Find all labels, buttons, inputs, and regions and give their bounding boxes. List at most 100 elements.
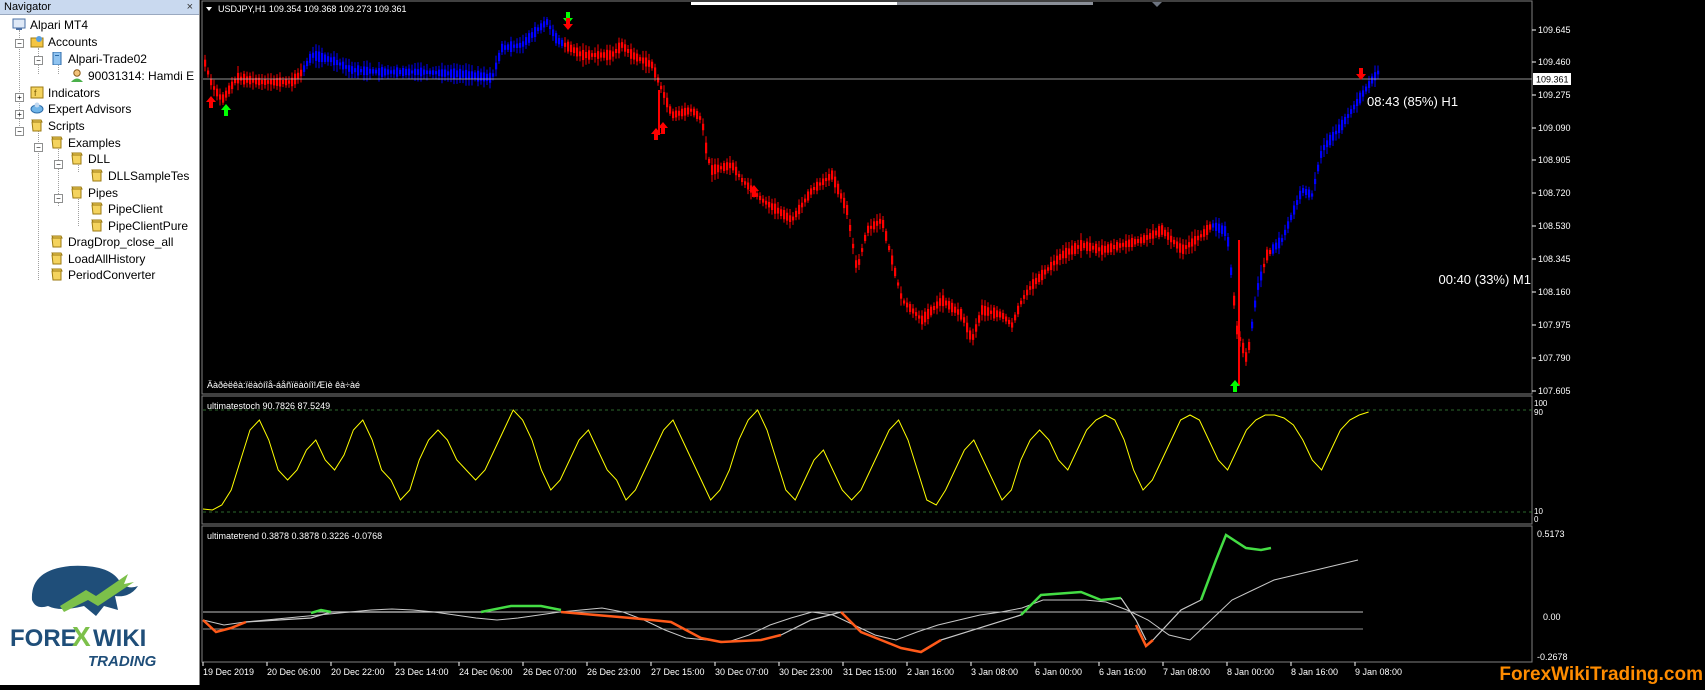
candle-body [855,260,858,268]
candle-body [888,245,891,251]
candle-body [981,305,984,315]
candle-body [1074,243,1077,254]
candle-body [585,51,588,59]
candle-body [249,75,252,85]
candle-body [975,324,978,332]
candle-body [360,69,363,73]
time-tick: 24 Dec 06:00 [459,667,513,677]
candle-body [387,69,390,75]
tree-item-pipes[interactable]: Pipes [70,186,118,200]
candle-body [603,52,606,58]
candle-body [282,79,285,85]
expand-examples[interactable]: − [34,143,43,152]
chart-canvas[interactable]: 109.361 USDJPY,H1 109.354 109.368 109.27… [201,0,1705,685]
tree-item-indicators[interactable]: f Indicators [30,86,100,100]
time-tick: 26 Dec 07:00 [523,667,577,677]
candle-body [1194,236,1197,245]
candle-body [420,67,423,77]
expand-indicators[interactable]: + [15,93,24,102]
candle-body [444,69,447,77]
candle-body [732,162,735,171]
price-tick: 109.460 [1538,57,1571,67]
tree-item-scripts[interactable]: Scripts [30,119,85,133]
candle-body [615,48,618,54]
candle-body [597,51,600,59]
tree-item-periodconverter[interactable]: PeriodConverter [50,268,155,282]
candle-body [330,57,333,63]
expand-pipes[interactable]: − [54,194,63,203]
candle-body [606,49,609,61]
tree-item-examples[interactable]: Examples [50,136,121,150]
candle-body [1179,243,1182,253]
candle-body [1299,190,1302,200]
tree-item-dllsampletest[interactable]: DLLSampleTes [90,169,189,183]
candle-body [879,218,882,224]
candle-body [1254,300,1257,308]
user-icon [70,69,84,82]
tree-item-account-90031314[interactable]: 90031314: Hamdi E [70,69,194,83]
candle-body [1347,114,1350,118]
tree-item-dll[interactable]: DLL [70,152,110,166]
trend-header: ultimatetrend 0.3878 0.3878 0.3226 -0.07… [207,531,382,541]
candle-body [570,44,573,53]
candle-body [1023,295,1026,299]
candle-body [264,79,267,85]
main-chart-header: USDJPY,H1 109.354 109.368 109.273 109.36… [218,4,407,14]
candle-body [672,111,675,119]
candle-body [729,162,732,169]
candle-body [723,163,726,171]
candle-body [1053,260,1056,266]
candle-body [708,158,711,164]
expand-alpari-trade02[interactable]: − [34,56,43,65]
candle-body [1290,214,1293,221]
svg-text:WIKI: WIKI [93,625,146,652]
navigator-title: Navigator [4,1,52,13]
price-tick: 109.275 [1538,90,1571,100]
chart-window[interactable]: 109.361 USDJPY,H1 109.354 109.368 109.27… [201,0,1705,685]
tree-item-expert-advisors[interactable]: Expert Advisors [30,102,131,116]
candle-body [1332,131,1335,141]
tree-item-loadallhistory[interactable]: LoadAllHistory [50,252,145,266]
candle-body [1080,240,1083,251]
candle-body [453,68,456,79]
tree-item-dragdrop-close-all[interactable]: DragDrop_close_all [50,235,173,249]
expand-dll[interactable]: − [54,160,63,169]
forexwiki-logo: FORE X WIKI TRADING [10,565,157,670]
candle-body [402,68,405,76]
price-tick: 108.160 [1538,287,1571,297]
price-tick: 107.605 [1538,386,1571,396]
candle-body [1056,255,1059,265]
svg-text:-0.2678: -0.2678 [1537,652,1568,662]
price-tick: 107.975 [1538,320,1571,330]
candle-body [267,80,270,84]
candle-body [804,198,807,203]
time-tick: 6 Jan 00:00 [1035,667,1082,677]
candle-body [1164,229,1167,237]
candle-body [783,210,786,220]
candle-body [318,51,321,62]
candle-body [645,57,648,67]
candle-body [1296,200,1299,205]
tree-root-alpari-mt4[interactable]: Alpari MT4 [12,18,88,32]
tree-item-pipeclient[interactable]: PipeClient [90,202,163,216]
candle-body [345,65,348,69]
tree-item-pipeclientpure[interactable]: PipeClientPure [90,219,188,233]
close-icon[interactable]: × [187,0,199,14]
candle-body [726,162,729,171]
tree-item-accounts[interactable]: Accounts [30,35,97,49]
accounts-icon [30,35,44,48]
candle-body [504,45,507,50]
candle-body [1287,221,1290,229]
candle-body [1173,239,1176,245]
candle-body [1230,267,1233,275]
expand-expert-advisors[interactable]: + [15,110,24,119]
time-tick: 19 Dec 2019 [203,667,254,677]
candle-body [834,176,837,188]
candle-body [1137,239,1140,243]
candle-body [912,308,915,314]
candle-body [1209,224,1212,230]
tree-item-alpari-trade02[interactable]: Alpari-Trade02 [50,51,147,66]
candle-body [471,71,474,80]
expand-accounts[interactable]: − [15,39,24,48]
expand-scripts[interactable]: − [15,127,24,136]
